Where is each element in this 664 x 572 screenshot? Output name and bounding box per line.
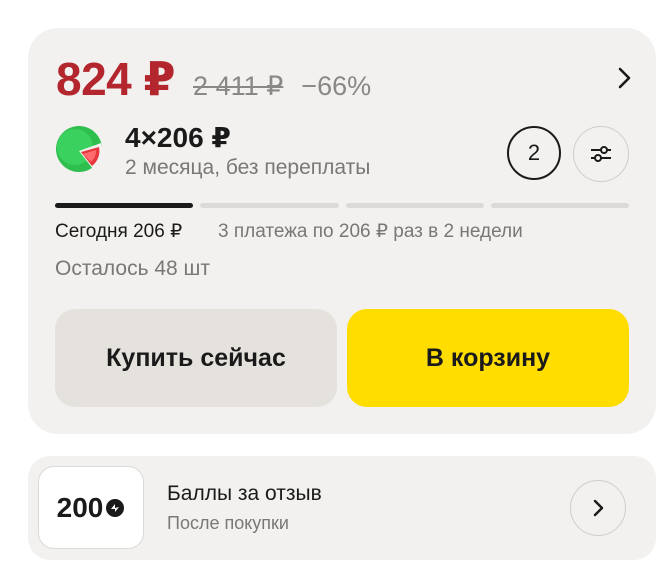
discount-percent: −66% (301, 71, 372, 101)
points-coin-icon (106, 498, 125, 517)
chevron-right-icon[interactable] (612, 66, 636, 90)
chevron-right-icon (593, 499, 604, 517)
review-bonus-card[interactable]: 200 Баллы за отзыв После покупки (28, 456, 656, 560)
buy-now-button[interactable]: Купить сейчас (55, 309, 337, 407)
payment-count-selector[interactable]: 2 (507, 126, 561, 180)
installment-term: 2 месяца, без переплаты (125, 156, 371, 179)
current-price: 824 ₽ (56, 53, 176, 105)
stock-remaining: Осталось 48 шт (55, 257, 210, 280)
points-badge: 200 (38, 466, 144, 549)
review-bonus-title: Баллы за отзыв (167, 482, 322, 505)
points-value: 200 (56, 491, 104, 523)
settings-button[interactable] (573, 126, 629, 182)
split-payment-logo-icon (56, 126, 103, 172)
add-to-cart-button[interactable]: В корзину (347, 309, 629, 407)
review-bonus-subtitle: После покупки (167, 513, 289, 533)
price-row: 824 ₽ 2 411 ₽ −66% (56, 52, 372, 105)
installment-amount: 4×206 ₽ (125, 122, 231, 153)
sliders-icon (591, 146, 611, 162)
review-bonus-open-button[interactable] (570, 480, 626, 536)
product-offer-card: 824 ₽ 2 411 ₽ −66% 4×206 ₽ 2 месяца, без… (28, 28, 656, 434)
payment-schedule: 3 платежа по 206 ₽ раз в 2 недели (218, 221, 523, 242)
payment-segment (55, 203, 194, 208)
payment-segment (345, 203, 484, 208)
old-price: 2 411 ₽ (193, 71, 284, 101)
today-payment: Сегодня 206 ₽ (55, 221, 183, 242)
payment-segment (200, 203, 339, 208)
payment-progress (55, 203, 629, 208)
payment-segment (490, 203, 629, 208)
